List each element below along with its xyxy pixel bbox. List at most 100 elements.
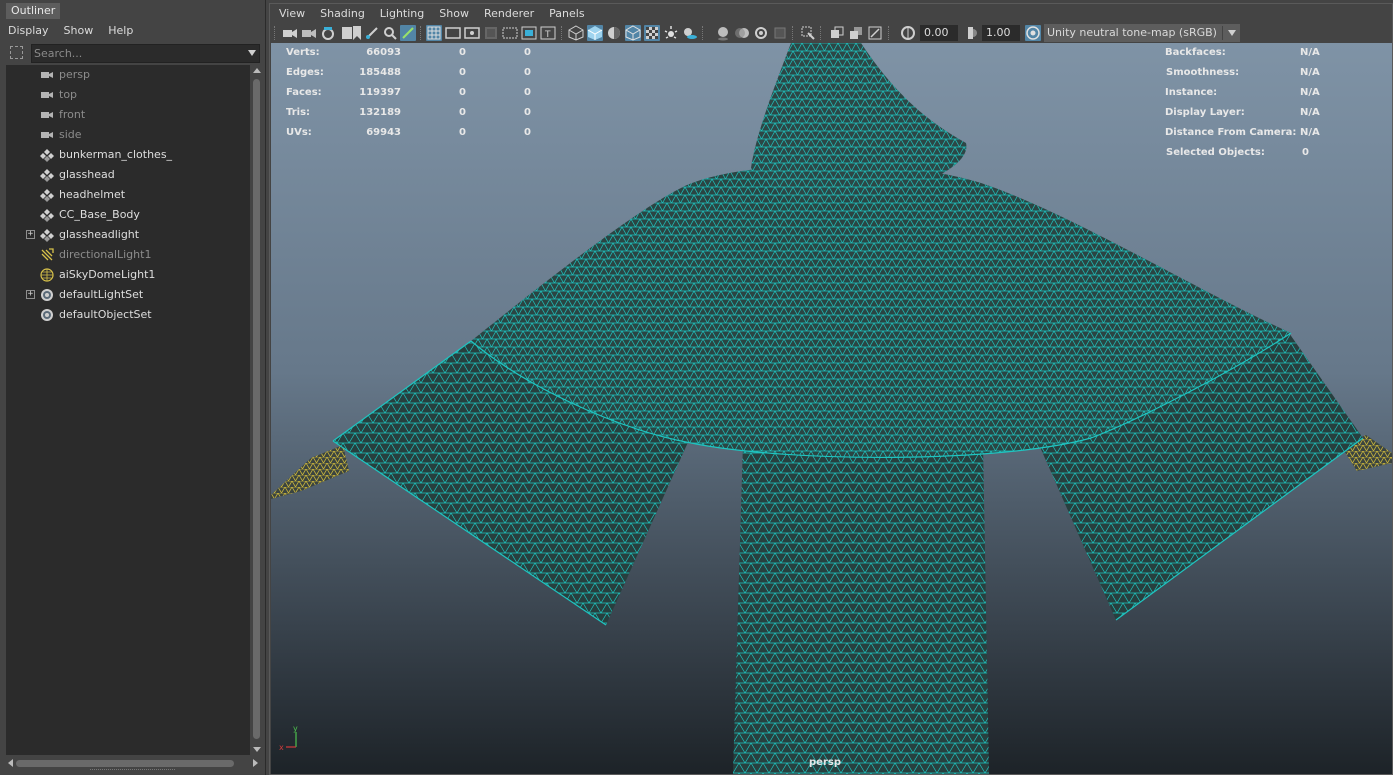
- outliner-item-label: bunkerman_clothes_: [59, 148, 173, 161]
- depth-of-field-icon[interactable]: [772, 25, 788, 41]
- transform-icon: [40, 228, 54, 242]
- outliner-item-label: top: [59, 88, 78, 101]
- scroll-down-arrow-icon[interactable]: [253, 747, 261, 752]
- menu-renderer[interactable]: Renderer: [484, 7, 534, 20]
- grease-pencil-icon[interactable]: [400, 25, 416, 41]
- menu-shading[interactable]: Shading: [320, 7, 365, 20]
- hud-verts-value: 66093: [366, 47, 401, 58]
- gamma-field[interactable]: 1.00: [982, 25, 1020, 41]
- hud-faces-label: Faces:: [286, 87, 322, 98]
- scrollbar-thumb[interactable]: [16, 760, 234, 767]
- search-input[interactable]: [34, 45, 239, 62]
- pencil-icon[interactable]: [364, 25, 380, 41]
- hud-edges-label: Edges:: [286, 67, 324, 78]
- hood-wire: [751, 43, 967, 200]
- field-chart-icon[interactable]: [502, 25, 518, 41]
- hud-tris-extra: 0: [524, 107, 531, 118]
- screen-space-ao-icon[interactable]: [715, 25, 731, 41]
- outliner-item-label: CC_Base_Body: [59, 208, 140, 221]
- menu-display[interactable]: Display: [8, 24, 49, 37]
- menu-show[interactable]: Show: [439, 7, 469, 20]
- shadows-icon[interactable]: [682, 25, 698, 41]
- hud-faces-value: 119397: [359, 87, 401, 98]
- robe-body-wire: [733, 443, 989, 774]
- menu-show[interactable]: Show: [64, 24, 94, 37]
- outliner-item-defaultobjectset[interactable]: defaultObjectSet: [6, 305, 250, 325]
- bookmark-icon[interactable]: [349, 25, 365, 41]
- wireframe-on-shaded-icon[interactable]: [625, 25, 641, 41]
- chevron-down-icon[interactable]: [248, 50, 256, 56]
- view-transform-dropdown[interactable]: Unity neutral tone-map (sRGB): [1044, 24, 1240, 42]
- hud-uvs-extra: 0: [524, 127, 531, 138]
- wireframe-icon[interactable]: [568, 25, 584, 41]
- outliner-item-label: headhelmet: [59, 188, 126, 201]
- outliner-item-persp[interactable]: persp: [6, 65, 250, 85]
- scroll-up-arrow-icon[interactable]: [253, 68, 261, 73]
- xray-icon[interactable]: [644, 25, 660, 41]
- outliner-item-side[interactable]: side: [6, 125, 250, 145]
- search-options-icon[interactable]: [10, 46, 23, 59]
- transform-icon: [40, 148, 54, 162]
- xray-joints-icon[interactable]: [829, 25, 845, 41]
- grid-icon[interactable]: [426, 25, 442, 41]
- expand-icon[interactable]: +: [26, 290, 35, 299]
- menu-help[interactable]: Help: [108, 24, 133, 37]
- xray-active-components-icon[interactable]: [848, 25, 864, 41]
- outliner-item-front[interactable]: front: [6, 105, 250, 125]
- viewport-panel: View Shading Lighting Show Renderer Pane…: [269, 3, 1393, 775]
- resolution-gate-icon[interactable]: [464, 25, 480, 41]
- use-all-lights-icon[interactable]: [663, 25, 679, 41]
- default-material-icon[interactable]: [606, 25, 622, 41]
- outliner-menubar: Display Show Help: [0, 19, 266, 41]
- panel-resize-handle[interactable]: [90, 769, 175, 772]
- camera-attributes-icon[interactable]: [301, 25, 317, 41]
- outliner-title[interactable]: Outliner: [6, 3, 61, 19]
- gamma-icon[interactable]: [964, 25, 980, 41]
- anti-aliasing-icon[interactable]: [753, 25, 769, 41]
- isolate-select-icon[interactable]: [800, 25, 816, 41]
- horizontal-scrollbar[interactable]: [6, 757, 258, 769]
- hud-uvs-label: UVs:: [286, 127, 312, 138]
- outliner-item-defaultlightset[interactable]: + defaultLightSet: [6, 285, 250, 305]
- dropdown-divider: [1222, 26, 1223, 40]
- 2d-pan-zoom-icon[interactable]: [382, 25, 398, 41]
- expand-icon[interactable]: +: [26, 230, 35, 239]
- hud-selected-objects-label: Selected Objects:: [1166, 147, 1265, 158]
- outliner-item-headhelmet[interactable]: headhelmet: [6, 185, 250, 205]
- exposure-icon[interactable]: [900, 25, 916, 41]
- chevron-down-icon[interactable]: [1228, 30, 1236, 36]
- transform-icon: [40, 188, 54, 202]
- smooth-shade-icon[interactable]: [587, 25, 603, 41]
- motion-blur-icon[interactable]: [734, 25, 750, 41]
- vertical-scrollbar[interactable]: [251, 65, 262, 755]
- menu-panels[interactable]: Panels: [549, 7, 584, 20]
- outliner-item-cc-base-body[interactable]: CC_Base_Body: [6, 205, 250, 225]
- camera-icon: [40, 128, 54, 142]
- film-gate-icon[interactable]: [445, 25, 461, 41]
- axis-y-label: y: [293, 724, 298, 733]
- left-hand-wire: [271, 445, 349, 499]
- outliner-item-label: persp: [59, 68, 90, 81]
- menu-view[interactable]: View: [279, 7, 305, 20]
- menu-lighting[interactable]: Lighting: [380, 7, 424, 20]
- scroll-left-arrow-icon[interactable]: [8, 759, 13, 767]
- select-camera-icon[interactable]: [282, 25, 298, 41]
- scrollbar-thumb[interactable]: [253, 79, 260, 739]
- outliner-item-bunkerman-clothes[interactable]: bunkerman_clothes_: [6, 145, 250, 165]
- color-management-icon[interactable]: [1025, 25, 1041, 41]
- backface-culling-icon[interactable]: [867, 25, 883, 41]
- 3d-viewport[interactable]: Verts: 66093 0 0 Edges: 185488 0 0 Faces…: [271, 43, 1392, 774]
- safe-action-icon[interactable]: [521, 25, 537, 41]
- outliner-item-aiskydomelight1[interactable]: aiSkyDomeLight1: [6, 265, 250, 285]
- outliner-item-directionallight1[interactable]: directionalLight1: [6, 245, 250, 265]
- outliner-item-glassheadlight[interactable]: + glassheadlight: [6, 225, 250, 245]
- outliner-item-glasshead[interactable]: glasshead: [6, 165, 250, 185]
- gate-mask-icon[interactable]: [483, 25, 499, 41]
- safe-title-icon[interactable]: T: [540, 25, 556, 41]
- exposure-field[interactable]: 0.00: [920, 25, 958, 41]
- bookmark-camera-icon[interactable]: [320, 25, 336, 41]
- hud-edges-value: 185488: [359, 67, 401, 78]
- scroll-right-arrow-icon[interactable]: [253, 759, 258, 767]
- outliner-item-top[interactable]: top: [6, 85, 250, 105]
- toolbar-separator: [420, 26, 421, 40]
